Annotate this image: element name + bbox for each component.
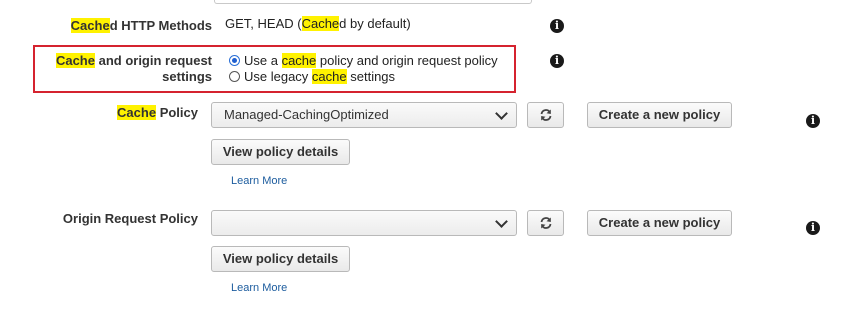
info-icon[interactable]: i <box>806 114 820 128</box>
previous-field-bottom <box>214 0 532 4</box>
radio-button-checked[interactable] <box>229 55 240 66</box>
info-icon[interactable]: i <box>550 54 564 68</box>
refresh-button[interactable] <box>527 102 564 128</box>
view-cache-policy-details-button[interactable]: View policy details <box>211 139 350 165</box>
radio-cache-policy-option[interactable]: Use a cache policy and origin request po… <box>229 53 498 68</box>
cache-policy-select[interactable]: Managed-CachingOptimized <box>211 102 517 128</box>
learn-more-link[interactable]: Learn More <box>231 282 287 294</box>
radio-option-label: Use a cache policy and origin request po… <box>244 53 498 68</box>
refresh-icon <box>540 109 551 121</box>
radio-legacy-option[interactable]: Use legacy cache settings <box>229 69 395 84</box>
info-icon[interactable]: i <box>550 19 564 33</box>
info-icon[interactable]: i <box>806 221 820 235</box>
refresh-button[interactable] <box>527 210 564 236</box>
cache-origin-settings-label: Cache and origin request settings <box>55 53 212 84</box>
learn-more-link[interactable]: Learn More <box>231 175 287 187</box>
cached-http-methods-label: Cached HTTP Methods <box>70 18 212 33</box>
cached-http-methods-value: GET, HEAD (Cached by default) <box>225 16 411 31</box>
origin-request-policy-select[interactable] <box>211 210 517 236</box>
refresh-icon <box>540 217 551 229</box>
radio-option-label: Use legacy cache settings <box>244 69 396 84</box>
cache-policy-label: Cache Policy <box>117 105 198 120</box>
chevron-down-icon <box>495 107 508 120</box>
create-origin-policy-button[interactable]: Create a new policy <box>587 210 732 236</box>
view-origin-policy-details-button[interactable]: View policy details <box>211 246 350 272</box>
create-cache-policy-button[interactable]: Create a new policy <box>587 102 732 128</box>
origin-request-policy-label: Origin Request Policy <box>62 211 198 226</box>
radio-button[interactable] <box>229 71 240 82</box>
chevron-down-icon <box>495 215 508 228</box>
